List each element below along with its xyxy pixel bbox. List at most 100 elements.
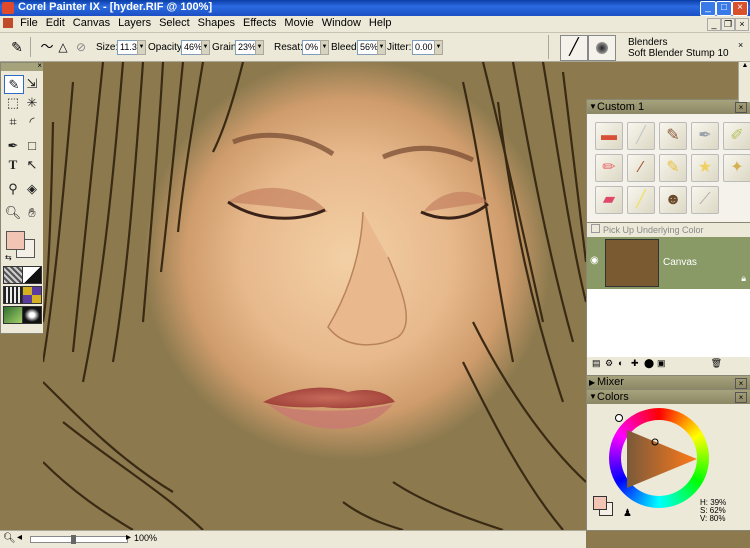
menu-help[interactable]: Help: [365, 16, 396, 30]
adjust-colors-icon[interactable]: ⬤: [644, 358, 654, 369]
brush-category-name[interactable]: Blenders: [628, 37, 667, 48]
menu-window[interactable]: Window: [318, 16, 365, 30]
jitter-spinner[interactable]: ▼: [434, 40, 443, 55]
menu-layers[interactable]: Layers: [114, 16, 155, 30]
resat-spinner[interactable]: ▼: [320, 40, 329, 55]
dropper-tool-icon[interactable]: ⚲: [4, 180, 22, 197]
weaving-selector-icon[interactable]: [22, 286, 42, 304]
magic-wand-tool-icon[interactable]: ✳: [23, 94, 41, 111]
chalk-icon[interactable]: ⁄: [627, 154, 655, 182]
lock-icon[interactable]: 🔒︎: [741, 273, 746, 284]
portrait-icon[interactable]: ☻: [659, 186, 687, 214]
doc-minimize-button[interactable]: _: [707, 18, 721, 31]
opacity-spinner[interactable]: ▼: [201, 40, 210, 55]
toolbox-close-icon[interactable]: ×: [37, 61, 42, 70]
oil-brush-icon[interactable]: ✎: [659, 122, 687, 150]
maximize-button[interactable]: □: [716, 1, 732, 16]
brush-tool-icon[interactable]: ✎: [8, 38, 26, 56]
marker-icon[interactable]: ✐: [723, 122, 750, 150]
swap-colors-icon[interactable]: ⇆: [5, 253, 12, 262]
star-icon[interactable]: ★: [691, 154, 719, 182]
palette-scrollbar[interactable]: ▲: [738, 62, 750, 102]
rectangular-selection-tool-icon[interactable]: ⬚: [4, 94, 22, 111]
gradient-selector-icon[interactable]: [22, 266, 42, 284]
new-mask-icon[interactable]: ▣: [657, 358, 666, 369]
zoom-slider[interactable]: [30, 535, 128, 544]
crayon-icon[interactable]: ✎: [659, 154, 687, 182]
resat-field[interactable]: 0%: [302, 40, 322, 55]
text-tool-icon[interactable]: T: [4, 156, 22, 173]
pen-tool-icon[interactable]: ✒: [4, 137, 22, 154]
pencil-brush-icon[interactable]: ╱: [627, 122, 655, 150]
nozzle-selector-icon[interactable]: [3, 306, 23, 324]
palette-knife-icon[interactable]: ⟋: [691, 186, 719, 214]
zoom-out-icon[interactable]: ◂: [17, 532, 22, 543]
brush-selector-close-icon[interactable]: ×: [738, 40, 743, 50]
menu-file[interactable]: File: [16, 16, 42, 30]
brush-tool-icon[interactable]: ✎: [4, 75, 24, 94]
brush-variant-name[interactable]: Soft Blender Stump 10: [628, 48, 729, 59]
mixer-close-icon[interactable]: ×: [735, 378, 747, 389]
colors-close-icon[interactable]: ×: [735, 392, 747, 403]
mixer-header[interactable]: ▶ Mixer ×: [587, 376, 750, 389]
layer-item-canvas[interactable]: ◉ Canvas 🔒︎: [587, 237, 750, 289]
dynamic-plugins-icon[interactable]: ⚙: [605, 358, 613, 369]
upper-lip: [263, 387, 395, 409]
pastel-icon[interactable]: ✏: [595, 154, 623, 182]
menu-shapes[interactable]: Shapes: [194, 16, 239, 30]
brush-category-icon[interactable]: ╱: [560, 35, 588, 61]
red-eraser-icon[interactable]: ▰: [595, 186, 623, 214]
gold-brush-icon[interactable]: ✦: [723, 154, 750, 182]
doc-close-button[interactable]: ×: [735, 18, 749, 31]
document-canvas[interactable]: [43, 62, 586, 530]
delete-layer-icon[interactable]: 🗑︎: [711, 358, 722, 369]
paint-bucket-tool-icon[interactable]: ◈: [23, 180, 41, 197]
layer-commands-icon[interactable]: ▤: [592, 358, 601, 369]
paper-selector-icon[interactable]: [3, 266, 23, 284]
custom-palette-close-icon[interactable]: ×: [735, 102, 747, 113]
zoom-in-icon[interactable]: ▸: [126, 532, 131, 543]
saturation-value-triangle[interactable]: [621, 428, 701, 490]
clone-color-icon[interactable]: ♟: [623, 508, 632, 519]
layer-adjuster-tool-icon[interactable]: ⇲: [23, 75, 41, 92]
hue-indicator[interactable]: [615, 414, 623, 422]
pick-up-checkbox[interactable]: [591, 224, 600, 233]
doc-restore-button[interactable]: ❐: [721, 18, 735, 31]
airbrush-icon[interactable]: ✒: [691, 122, 719, 150]
straight-line-stroke-icon[interactable]: △: [54, 38, 72, 56]
rectangle-shape-tool-icon[interactable]: □: [23, 137, 41, 154]
magnifier-tool-icon[interactable]: 🔍︎: [4, 204, 22, 221]
size-spinner[interactable]: ▼: [137, 40, 146, 55]
shape-selection-tool-icon[interactable]: ↖: [23, 156, 41, 173]
close-button[interactable]: ×: [732, 1, 748, 16]
pattern-selector-icon[interactable]: [3, 286, 23, 304]
brush-ghost-icon[interactable]: ⊘: [72, 38, 90, 56]
menu-select[interactable]: Select: [155, 16, 194, 30]
layer-mask-icon[interactable]: ◐: [618, 358, 623, 368]
menu-effects[interactable]: Effects: [239, 16, 280, 30]
brush-variant-dab-icon[interactable]: [588, 35, 616, 61]
visibility-eye-icon[interactable]: ◉: [590, 255, 599, 266]
collapse-arrow-icon[interactable]: ▼: [589, 390, 597, 404]
look-selector-icon[interactable]: [22, 306, 42, 324]
bleed-spinner[interactable]: ▼: [377, 40, 386, 55]
pick-up-color-option[interactable]: Pick Up Underlying Color: [587, 223, 750, 237]
grain-spinner[interactable]: ▼: [255, 40, 264, 55]
expand-arrow-icon[interactable]: ▶: [589, 376, 595, 389]
scroll-up-icon[interactable]: ▲: [739, 62, 750, 69]
yellow-pen-icon[interactable]: ╱: [627, 186, 655, 214]
eraser-brush-icon[interactable]: ▬: [595, 122, 623, 150]
lasso-tool-icon[interactable]: ◜: [23, 113, 41, 130]
collapse-arrow-icon[interactable]: ▼: [589, 100, 597, 114]
new-layer-icon[interactable]: ✚: [631, 358, 639, 369]
menu-canvas[interactable]: Canvas: [69, 16, 114, 30]
menu-movie[interactable]: Movie: [280, 16, 317, 30]
menu-edit[interactable]: Edit: [42, 16, 69, 30]
crop-tool-icon[interactable]: ⌗: [4, 113, 22, 130]
main-color-swatch[interactable]: [6, 231, 25, 250]
main-color-chip[interactable]: [593, 496, 607, 510]
minimize-button[interactable]: _: [700, 1, 716, 16]
zoom-slider-thumb[interactable]: [71, 535, 76, 544]
magnifier-icon[interactable]: 🔍︎: [3, 533, 16, 544]
grabber-tool-icon[interactable]: ✋︎: [23, 204, 41, 221]
